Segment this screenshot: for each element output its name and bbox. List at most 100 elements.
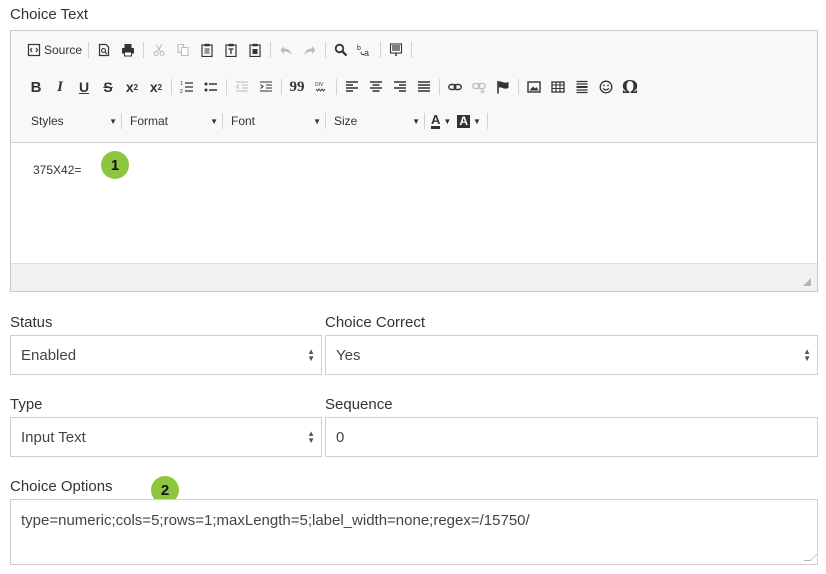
paste-word-button[interactable] <box>246 39 264 61</box>
svg-text:1: 1 <box>180 81 183 87</box>
bulleted-list-button[interactable] <box>202 76 220 98</box>
type-select-value: Input Text <box>21 428 86 446</box>
updown-arrows-icon: ▲ ▼ <box>307 347 315 363</box>
text-color-button[interactable]: A ▼ <box>431 110 451 132</box>
bold-button[interactable]: B <box>27 76 45 98</box>
horizontal-rule-button[interactable] <box>573 76 591 98</box>
sequence-input[interactable]: 0 <box>325 417 818 457</box>
resize-handle-icon[interactable] <box>803 278 811 286</box>
choice-options-textarea[interactable]: type=numeric;cols=5;rows=1;maxLength=5;l… <box>10 499 818 565</box>
horizontal-rule-icon <box>576 80 588 94</box>
align-right-button[interactable] <box>391 76 409 98</box>
copy-button[interactable] <box>174 39 192 61</box>
smiley-button[interactable] <box>597 76 615 98</box>
underline-button[interactable]: U <box>75 76 93 98</box>
scissors-icon <box>153 44 165 57</box>
sequence-input-value: 0 <box>336 428 345 446</box>
choice-options-value: type=numeric;cols=5;rows=1;maxLength=5;l… <box>21 512 530 529</box>
format-dropdown-label: Format <box>130 114 169 128</box>
rich-text-editor: Source b a B I U S x 2 x 2 1 2 99 DIV Ω … <box>10 30 818 292</box>
toolbar-separator <box>270 42 272 58</box>
align-justify-icon <box>418 81 430 92</box>
toolbar-separator <box>222 113 223 129</box>
cut-button[interactable] <box>150 39 168 61</box>
updown-arrows-icon: ▲ ▼ <box>803 347 811 363</box>
redo-icon <box>304 46 316 55</box>
image-button[interactable] <box>525 76 543 98</box>
indent-button[interactable] <box>257 76 275 98</box>
status-label: Status <box>10 314 53 331</box>
choice-options-label: Choice Options <box>10 478 113 495</box>
bulleted-list-icon <box>204 82 217 92</box>
toolbar-separator <box>226 79 227 95</box>
clipboard-icon <box>201 43 213 57</box>
source-label: Source <box>44 43 83 57</box>
toolbar-separator <box>281 79 282 95</box>
step-badge-1: 1 <box>101 151 129 179</box>
chevron-down-icon: ▼ <box>313 116 321 126</box>
preview-button[interactable] <box>95 39 113 61</box>
choice-text-label: Choice Text <box>10 6 89 23</box>
paste-text-button[interactable] <box>222 39 240 61</box>
align-center-button[interactable] <box>367 76 385 98</box>
div-icon: DIV <box>315 82 326 92</box>
toolbar-separator <box>171 79 172 95</box>
align-left-icon <box>346 81 358 92</box>
create-div-button[interactable]: DIV <box>312 76 330 98</box>
toolbar-separator <box>518 79 519 95</box>
anchor-button[interactable] <box>494 76 512 98</box>
font-dropdown[interactable]: Font ▼ <box>229 110 325 132</box>
align-right-icon <box>394 81 406 92</box>
type-select[interactable]: Input Text ▲ ▼ <box>10 417 322 457</box>
italic-button[interactable]: I <box>51 76 69 98</box>
editor-text: 375X42= <box>33 163 82 177</box>
table-icon <box>551 81 565 93</box>
unlink-button[interactable] <box>470 76 488 98</box>
flag-icon <box>497 81 509 94</box>
font-dropdown-label: Font <box>231 114 256 128</box>
print-button[interactable] <box>119 39 137 61</box>
superscript-button[interactable]: x2 <box>147 76 165 98</box>
align-left-button[interactable] <box>343 76 361 98</box>
toolbar-row-3: Styles ▼ Format ▼ Font ▼ Size ▼ A ▼ A ▼ <box>29 108 494 134</box>
toolbar-separator <box>486 113 488 129</box>
source-button[interactable]: Source <box>27 39 82 61</box>
choice-correct-select[interactable]: Yes ▲ ▼ <box>325 335 818 375</box>
undo-icon <box>280 46 292 55</box>
blockquote-button[interactable]: 99 <box>288 76 306 98</box>
status-select[interactable]: Enabled ▲ ▼ <box>10 335 322 375</box>
toolbar-separator <box>336 79 337 95</box>
resize-handle-icon[interactable] <box>803 554 818 561</box>
toolbar-row-1: Source b a <box>27 37 418 63</box>
editor-status-bar <box>11 263 817 291</box>
align-justify-button[interactable] <box>415 76 433 98</box>
svg-text:b: b <box>357 45 361 52</box>
format-dropdown[interactable]: Format ▼ <box>128 110 222 132</box>
replace-icon: ba <box>357 45 369 57</box>
chevron-down-icon: ▼ <box>412 116 420 126</box>
paste-text-icon <box>225 43 237 57</box>
link-button[interactable] <box>446 76 464 98</box>
copy-icon <box>177 43 189 57</box>
status-select-value: Enabled <box>21 346 77 364</box>
styles-dropdown[interactable]: Styles ▼ <box>29 110 121 132</box>
table-button[interactable] <box>549 76 567 98</box>
toolbar-separator <box>88 42 90 58</box>
undo-button[interactable] <box>277 39 295 61</box>
special-char-button[interactable]: Ω <box>621 76 639 98</box>
paste-button[interactable] <box>198 39 216 61</box>
redo-button[interactable] <box>301 39 319 61</box>
strikethrough-button[interactable]: S <box>99 76 117 98</box>
outdent-button[interactable] <box>233 76 251 98</box>
styles-dropdown-label: Styles <box>31 114 64 128</box>
subscript-button[interactable]: x2 <box>123 76 141 98</box>
find-button[interactable] <box>332 39 350 61</box>
numbered-list-button[interactable]: 12 <box>178 76 196 98</box>
editor-content-area[interactable]: 375X42= <box>11 143 817 263</box>
background-color-button[interactable]: A ▼ <box>457 110 481 132</box>
size-dropdown[interactable]: Size ▼ <box>332 110 424 132</box>
templates-button[interactable] <box>387 39 405 61</box>
replace-button[interactable]: ba <box>356 39 374 61</box>
smiley-icon <box>599 80 613 94</box>
toolbar-separator <box>439 79 440 95</box>
